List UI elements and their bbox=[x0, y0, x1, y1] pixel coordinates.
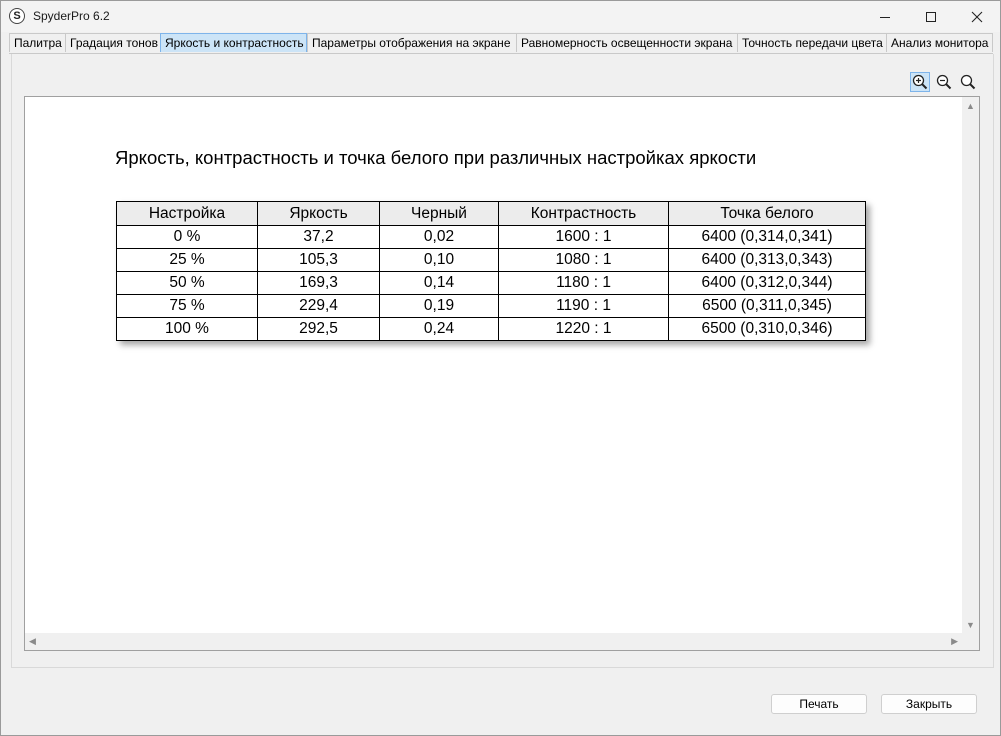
table-cell: 0,19 bbox=[379, 294, 499, 318]
table-cell: 25 % bbox=[116, 248, 258, 272]
scroll-right-icon[interactable]: ▶ bbox=[951, 637, 958, 646]
close-window-button[interactable] bbox=[954, 1, 1000, 32]
table-cell: 105,3 bbox=[257, 248, 380, 272]
scroll-down-icon[interactable]: ▼ bbox=[966, 621, 975, 630]
zoom-in-button[interactable] bbox=[910, 72, 930, 92]
zoom-out-button[interactable] bbox=[934, 72, 954, 92]
app-window: S SpyderPro 6.2 Палитра Градация тонов Я… bbox=[0, 0, 1001, 736]
column-header-contrast: Контрастность bbox=[498, 201, 669, 226]
tab-palette[interactable]: Палитра bbox=[9, 33, 66, 52]
table-cell: 229,4 bbox=[257, 294, 380, 318]
table-cell: 75 % bbox=[116, 294, 258, 318]
minimize-icon bbox=[880, 16, 890, 18]
table-row: 25 % 105,3 0,10 1080 : 1 6400 (0,313,0,3… bbox=[116, 248, 866, 272]
minimize-button[interactable] bbox=[862, 1, 908, 32]
column-header-brightness: Яркость bbox=[257, 201, 380, 226]
tab-brightness-contrast[interactable]: Яркость и контрастность bbox=[160, 33, 307, 52]
table-cell: 0,10 bbox=[379, 248, 499, 272]
app-logo-icon: S bbox=[9, 8, 25, 24]
tab-screen-uniformity[interactable]: Равномерность освещенности экрана bbox=[516, 33, 738, 52]
tab-strip: Палитра Градация тонов Яркость и контрас… bbox=[9, 33, 993, 54]
table-cell: 292,5 bbox=[257, 317, 380, 341]
column-header-black: Черный bbox=[379, 201, 499, 226]
zoom-in-icon bbox=[912, 74, 928, 90]
table-cell: 50 % bbox=[116, 271, 258, 295]
table-header-row: Настройка Яркость Черный Контрастность Т… bbox=[116, 201, 866, 226]
window-title: SpyderPro 6.2 bbox=[33, 9, 110, 23]
close-button[interactable]: Закрыть bbox=[881, 694, 977, 714]
close-icon bbox=[971, 11, 983, 22]
table-cell: 0,02 bbox=[379, 225, 499, 249]
table-cell: 37,2 bbox=[257, 225, 380, 249]
table-cell: 0,24 bbox=[379, 317, 499, 341]
horizontal-scrollbar[interactable]: ◀ ▶ bbox=[25, 633, 962, 650]
scroll-left-icon[interactable]: ◀ bbox=[29, 637, 36, 646]
table-row: 0 % 37,2 0,02 1600 : 1 6400 (0,314,0,341… bbox=[116, 225, 866, 249]
table-cell: 1600 : 1 bbox=[498, 225, 669, 249]
tab-screen-display-params[interactable]: Параметры отображения на экране bbox=[307, 33, 517, 52]
zoom-fit-button[interactable] bbox=[958, 72, 978, 92]
table-cell: 1180 : 1 bbox=[498, 271, 669, 295]
table-cell: 169,3 bbox=[257, 271, 380, 295]
table-row: 50 % 169,3 0,14 1180 : 1 6400 (0,312,0,3… bbox=[116, 271, 866, 295]
table-cell: 0 % bbox=[116, 225, 258, 249]
table-cell: 0,14 bbox=[379, 271, 499, 295]
table-cell: 1190 : 1 bbox=[498, 294, 669, 318]
table-cell: 6400 (0,312,0,344) bbox=[668, 271, 866, 295]
table-cell: 6500 (0,310,0,346) bbox=[668, 317, 866, 341]
maximize-icon bbox=[926, 11, 936, 22]
table-row: 100 % 292,5 0,24 1220 : 1 6500 (0,310,0,… bbox=[116, 317, 866, 341]
table-cell: 1080 : 1 bbox=[498, 248, 669, 272]
table-row: 75 % 229,4 0,19 1190 : 1 6500 (0,311,0,3… bbox=[116, 294, 866, 318]
zoom-fit-icon bbox=[960, 74, 976, 90]
table-cell: 6500 (0,311,0,345) bbox=[668, 294, 866, 318]
title-bar[interactable]: S SpyderPro 6.2 bbox=[1, 1, 1000, 32]
table-cell: 1220 : 1 bbox=[498, 317, 669, 341]
column-header-white-point: Точка белого bbox=[668, 201, 866, 226]
maximize-button[interactable] bbox=[908, 1, 954, 32]
tab-tone-gradation[interactable]: Градация тонов bbox=[65, 33, 161, 52]
print-button[interactable]: Печать bbox=[771, 694, 867, 714]
report-viewer[interactable]: Яркость, контрастность и точка белого пр… bbox=[24, 96, 980, 651]
report-title: Яркость, контрастность и точка белого пр… bbox=[115, 147, 757, 168]
column-header-setting: Настройка bbox=[116, 201, 258, 226]
tab-monitor-analysis[interactable]: Анализ монитора bbox=[886, 33, 993, 52]
table-cell: 100 % bbox=[116, 317, 258, 341]
vertical-scrollbar[interactable]: ▲ ▼ bbox=[962, 97, 979, 634]
zoom-out-icon bbox=[936, 74, 952, 90]
table-cell: 6400 (0,314,0,341) bbox=[668, 225, 866, 249]
scrollbar-corner bbox=[962, 633, 979, 650]
table-cell: 6400 (0,313,0,343) bbox=[668, 248, 866, 272]
scroll-up-icon[interactable]: ▲ bbox=[966, 102, 975, 111]
results-table: Настройка Яркость Черный Контрастность Т… bbox=[116, 201, 866, 341]
tab-color-accuracy[interactable]: Точность передачи цвета bbox=[737, 33, 887, 52]
